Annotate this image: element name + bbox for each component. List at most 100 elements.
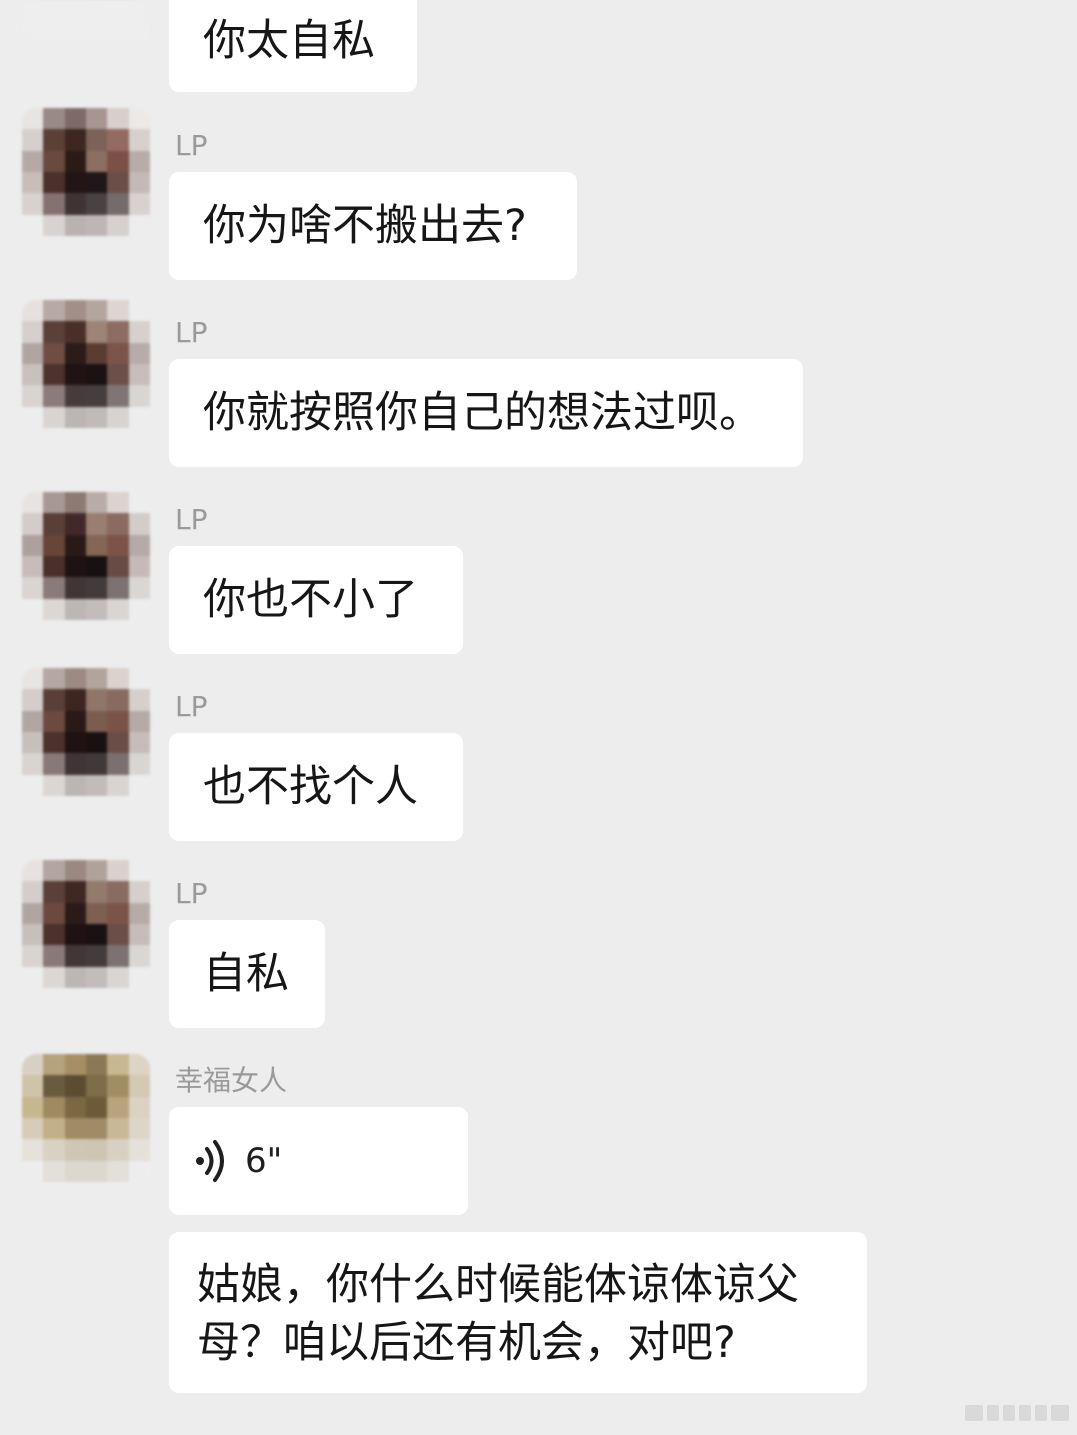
avatar-pixel (128, 385, 150, 407)
avatar-pixel (86, 150, 108, 172)
avatar[interactable] (22, 0, 150, 42)
avatar-pixel (107, 172, 129, 194)
avatar-pixel (86, 300, 108, 322)
watermark-glyph (965, 1405, 983, 1421)
avatar-pixel (64, 1054, 86, 1076)
avatar-pixel (64, 214, 86, 236)
avatar-pixel (86, 966, 108, 988)
avatar-pixel (86, 364, 108, 386)
avatar-pixel (64, 364, 86, 386)
avatar[interactable] (22, 1054, 150, 1182)
voice-message-bubble[interactable]: 6" (169, 1107, 468, 1215)
avatar-pixel (86, 1139, 108, 1161)
avatar[interactable] (22, 108, 150, 236)
avatar-pixel (128, 321, 150, 343)
avatar-pixel (64, 945, 86, 967)
avatar-pixel (128, 1139, 150, 1161)
avatar-pixel (43, 1075, 65, 1097)
avatar[interactable] (22, 300, 150, 428)
avatar-pixel (128, 129, 150, 151)
avatar-pixel (128, 406, 150, 428)
avatar-pixel (128, 108, 150, 130)
avatar-pixel (43, 193, 65, 215)
avatar-pixel (107, 1096, 129, 1118)
avatar-pixel (43, 1160, 65, 1182)
avatar-pixel (128, 214, 150, 236)
avatar-pixel (43, 20, 65, 42)
avatar[interactable] (22, 668, 150, 796)
avatar-pixel (22, 1139, 44, 1161)
avatar-pixel (86, 556, 108, 578)
avatar-pixel (107, 577, 129, 599)
avatar-pixelated-image (22, 108, 150, 236)
avatar-pixel (64, 668, 86, 690)
avatar-pixel (107, 1139, 129, 1161)
avatar-pixel (64, 534, 86, 556)
message-bubble[interactable]: 也不找个人 (169, 733, 463, 841)
avatar-pixel (128, 300, 150, 322)
watermark-glyph (1035, 1405, 1047, 1421)
avatar-pixel (22, 513, 44, 535)
message-bubble[interactable]: 你就按照你自己的想法过呗。 (169, 359, 803, 467)
avatar[interactable] (22, 492, 150, 620)
avatar-pixel (86, 406, 108, 428)
avatar-pixel (86, 753, 108, 775)
avatar-pixel (43, 774, 65, 796)
message-bubble[interactable]: 姑娘，你什么时候能体谅体谅父母？咱以后还有机会，对吧? (169, 1232, 867, 1393)
message-text: 你就按照你自己的想法过呗。 (203, 388, 762, 438)
avatar-pixel (86, 577, 108, 599)
message-text: 你太自私 (203, 16, 375, 66)
avatar-pixel (43, 860, 65, 882)
avatar-pixel (43, 108, 65, 130)
avatar-pixel (128, 881, 150, 903)
avatar-pixel (64, 881, 86, 903)
avatar-pixel (43, 406, 65, 428)
avatar-pixel (43, 945, 65, 967)
avatar-pixel (128, 193, 150, 215)
avatar-pixel (128, 668, 150, 690)
avatar-pixel (107, 129, 129, 151)
sender-name: LP (175, 129, 208, 162)
avatar[interactable] (22, 860, 150, 988)
avatar-pixel (86, 1075, 108, 1097)
avatar-pixel (22, 108, 44, 130)
avatar-pixel (107, 214, 129, 236)
avatar-pixel (64, 193, 86, 215)
avatar-pixel (107, 1075, 129, 1097)
avatar-pixel (22, 321, 44, 343)
avatar-pixel (64, 321, 86, 343)
avatar-pixel (22, 214, 44, 236)
message-bubble[interactable]: 你也不小了 (169, 546, 463, 654)
avatar-pixel (64, 1075, 86, 1097)
avatar-pixel (64, 1118, 86, 1140)
avatar-pixel (107, 364, 129, 386)
message-bubble[interactable]: 你太自私 (169, 0, 417, 92)
avatar-pixel (22, 129, 44, 151)
avatar-pixel (86, 0, 108, 21)
avatar-pixel (128, 577, 150, 599)
message-bubble[interactable]: 自私 (169, 920, 325, 1028)
avatar-pixel (107, 689, 129, 711)
avatar-pixel (22, 598, 44, 620)
avatar-pixel (128, 172, 150, 194)
avatar-pixel (128, 753, 150, 775)
avatar-pixel (22, 406, 44, 428)
avatar-pixel (64, 710, 86, 732)
avatar-pixel (107, 150, 129, 172)
avatar-pixel (86, 534, 108, 556)
avatar-pixel (86, 774, 108, 796)
sender-name: LP (175, 316, 208, 349)
avatar-pixel (22, 753, 44, 775)
avatar-pixel (43, 0, 65, 21)
avatar-pixel (22, 668, 44, 690)
message-bubble[interactable]: 你为啥不搬出去? (169, 172, 577, 280)
message-text: 自私 (203, 949, 289, 999)
message-text: 你也不小了 (203, 575, 418, 625)
avatar-pixel (86, 321, 108, 343)
avatar-pixel (86, 513, 108, 535)
avatar-pixel (86, 214, 108, 236)
avatar-pixel (43, 753, 65, 775)
avatar-pixel (22, 150, 44, 172)
avatar-pixelated-image (22, 492, 150, 620)
sender-name: 幸福女人 (175, 1064, 288, 1097)
